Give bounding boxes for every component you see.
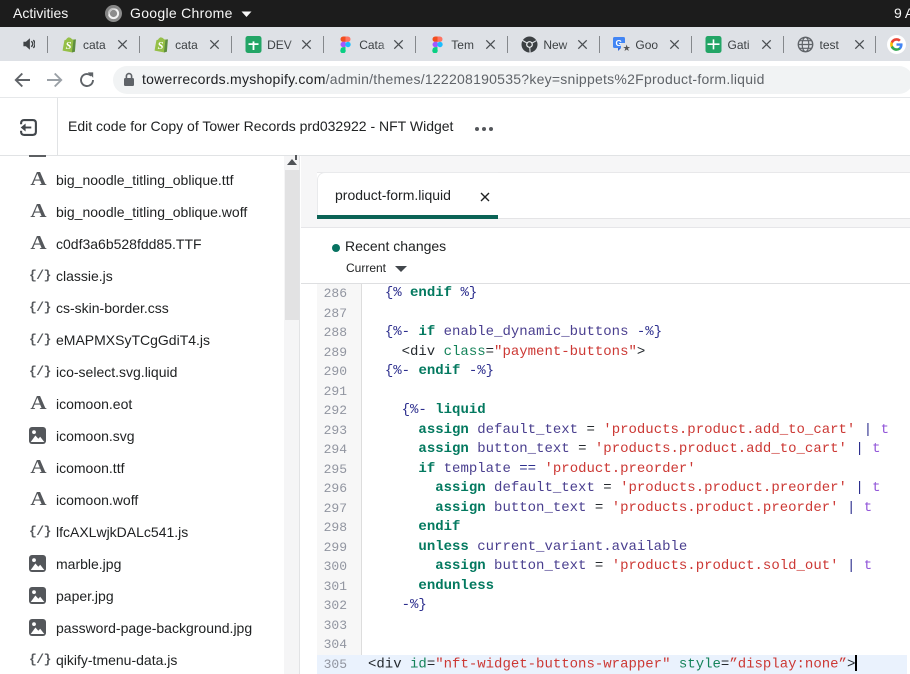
svg-text:★: ★ [623, 43, 630, 53]
svg-text:S: S [65, 41, 71, 52]
svg-text:S: S [157, 41, 163, 52]
